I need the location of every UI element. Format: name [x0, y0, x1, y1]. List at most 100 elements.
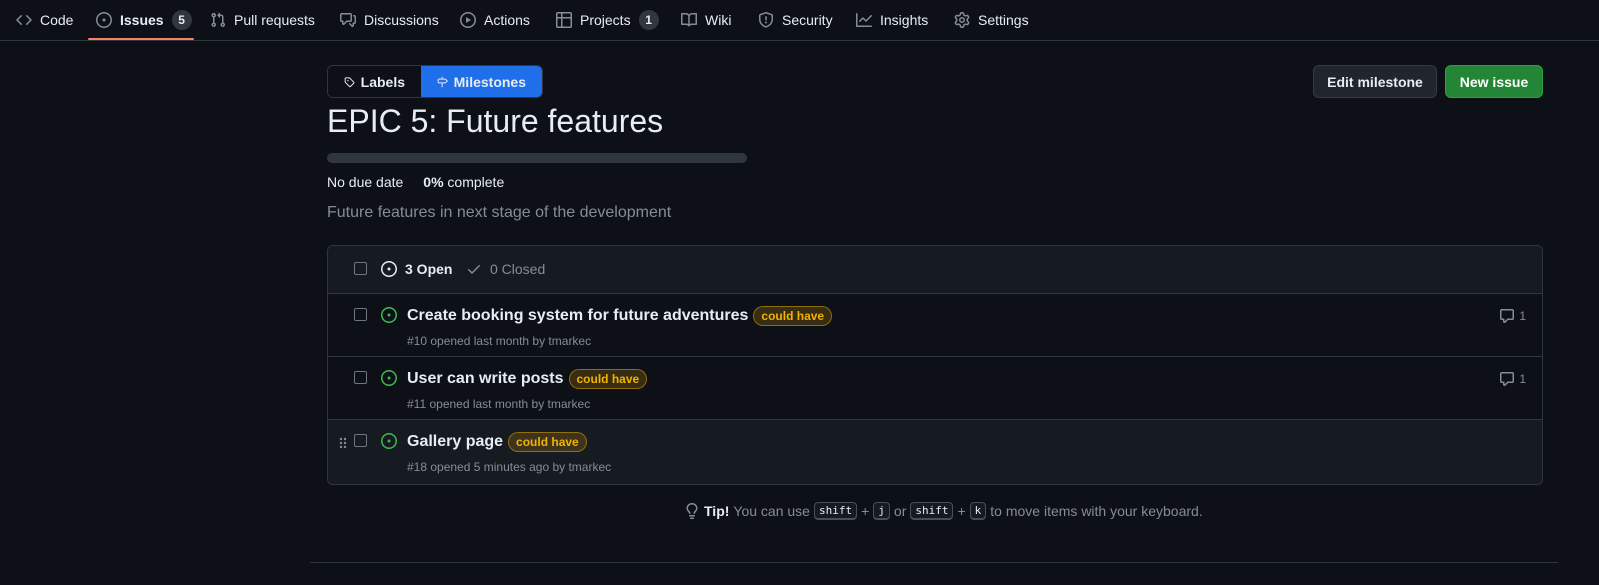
nav-tab-label: Security — [782, 12, 833, 28]
light-bulb-icon — [686, 503, 698, 519]
nav-tab-insights[interactable]: Insights — [848, 0, 936, 40]
issue-title-link[interactable]: Gallery page — [407, 433, 503, 451]
issue-opened-icon — [381, 307, 397, 323]
issues-list-header: 3 Open 0 Closed — [328, 246, 1542, 294]
nav-tab-wiki[interactable]: Wiki — [673, 0, 739, 40]
nav-tab-label: Discussions — [364, 12, 439, 28]
nav-tab-pull-requests[interactable]: Pull requests — [202, 0, 323, 40]
tip-text: to move items with your keyboard. — [990, 503, 1203, 519]
nav-tab-projects[interactable]: Projects 1 — [548, 0, 667, 40]
tip-text: You can use — [733, 503, 810, 519]
code-icon — [16, 15, 32, 25]
kbd-shift: shift — [910, 502, 954, 520]
completion-percent: 0% — [423, 174, 444, 190]
kbd-k: k — [969, 502, 987, 520]
drag-handle-icon[interactable] — [338, 436, 348, 450]
issue-label-badge[interactable]: could have — [753, 306, 833, 326]
select-all-checkbox[interactable] — [354, 262, 367, 275]
milestone-meta: No due date 0% complete — [327, 174, 504, 190]
issues-count-badge: 5 — [171, 10, 192, 30]
repo-nav: Code Issues 5 Pull requests Discussions … — [0, 0, 1599, 41]
issue-opened-icon — [381, 261, 397, 277]
keyboard-tip: Tip! You can use shift + j or shift + k to m… — [684, 502, 1203, 520]
milestones-button-label: Milestones — [453, 73, 526, 90]
nav-tab-label: Actions — [484, 12, 530, 28]
git-pull-request-icon — [211, 12, 226, 28]
labels-button[interactable]: Labels — [328, 66, 421, 97]
closed-issues-filter[interactable]: 0 Closed — [466, 261, 545, 277]
kbd-shift: shift — [813, 502, 858, 520]
issue-meta: #11 opened last month by tmarkec — [407, 397, 591, 411]
issue-row: User can write posts could have #11 open… — [328, 357, 1542, 420]
issue-comments-link[interactable]: 1 — [1499, 308, 1526, 324]
new-issue-button[interactable]: New issue — [1445, 65, 1543, 98]
comment-icon — [1500, 309, 1515, 323]
nav-tab-label: Wiki — [705, 12, 732, 28]
nav-tab-label: Code — [40, 12, 74, 28]
issue-meta: #18 opened 5 minutes ago by tmarkec — [407, 460, 612, 474]
comment-icon — [1500, 372, 1515, 386]
nav-tab-label: Insights — [880, 12, 929, 28]
book-icon — [681, 12, 697, 27]
check-icon — [468, 265, 480, 274]
issue-title-line: Create booking system for future adventu… — [407, 306, 833, 326]
closed-issues-count: 0 Closed — [490, 261, 546, 277]
issue-row: Gallery page could have #18 opened 5 min… — [328, 420, 1542, 484]
nav-tab-settings[interactable]: Settings — [946, 0, 1037, 40]
nav-tab-label: Projects — [580, 12, 631, 28]
edit-milestone-button[interactable]: Edit milestone — [1313, 65, 1437, 98]
issue-comments-count: 1 — [1519, 372, 1526, 386]
nav-tab-label: Pull requests — [234, 12, 315, 28]
tag-icon — [344, 76, 355, 87]
issue-label-badge[interactable]: could have — [508, 432, 587, 452]
nav-tab-label: Settings — [978, 12, 1029, 28]
milestone-title: EPIC 5: Future features — [327, 103, 664, 139]
completion-status: 0% complete — [423, 174, 504, 190]
issue-title-link[interactable]: User can write posts — [407, 370, 564, 388]
milestone-progress-bar — [327, 153, 747, 163]
issue-comments-link[interactable]: 1 — [1499, 371, 1526, 387]
issue-title-link[interactable]: Create booking system for future adventu… — [407, 307, 748, 325]
shield-icon — [759, 12, 773, 28]
completion-label: complete — [447, 174, 505, 190]
open-issues-count: 3 Open — [405, 261, 453, 277]
milestones-button[interactable]: Milestones — [421, 66, 542, 97]
nav-tab-actions[interactable]: Actions — [452, 0, 538, 40]
issue-opened-icon — [381, 370, 397, 386]
issue-row: Create booking system for future adventu… — [328, 294, 1542, 357]
issue-comments-count: 1 — [1519, 309, 1526, 323]
graph-icon — [856, 13, 872, 27]
nav-tab-issues[interactable]: Issues 5 — [88, 0, 200, 40]
issue-opened-icon — [96, 12, 112, 28]
labels-button-label: Labels — [360, 73, 405, 90]
issue-checkbox[interactable] — [354, 371, 367, 384]
nav-tab-security[interactable]: Security — [750, 0, 841, 40]
kbd-plus: + — [861, 503, 870, 519]
projects-count-badge: 1 — [638, 10, 659, 30]
selected-tab-underline — [88, 38, 194, 40]
labels-milestones-toggle: Labels Milestones — [327, 65, 543, 98]
issue-title-line: Gallery page could have — [407, 432, 587, 452]
issue-checkbox[interactable] — [354, 308, 367, 321]
issues-list: 3 Open 0 Closed Create booking system fo… — [327, 245, 1543, 485]
issue-label-badge[interactable]: could have — [568, 369, 648, 389]
issue-checkbox[interactable] — [354, 434, 367, 447]
comment-discussion-icon — [340, 13, 356, 27]
nav-tab-discussions[interactable]: Discussions — [332, 0, 447, 40]
issue-opened-icon — [381, 433, 397, 449]
open-issues-filter[interactable]: 3 Open — [381, 261, 452, 277]
gear-icon — [954, 12, 970, 28]
issue-title-line: User can write posts could have — [407, 369, 648, 389]
kbd-plus: + — [957, 503, 966, 519]
milestone-icon — [437, 76, 448, 87]
due-date: No due date — [327, 174, 404, 190]
tip-label: Tip! — [704, 503, 730, 519]
table-icon — [556, 12, 572, 28]
nav-tab-code[interactable]: Code — [8, 0, 81, 40]
kbd-j: j — [873, 502, 890, 520]
issue-meta: #10 opened last month by tmarkec — [407, 334, 592, 348]
footer-divider — [310, 562, 1558, 563]
milestone-description: Future features in next stage of the dev… — [327, 204, 672, 221]
play-icon — [460, 12, 476, 28]
nav-tab-label: Issues — [120, 12, 164, 28]
